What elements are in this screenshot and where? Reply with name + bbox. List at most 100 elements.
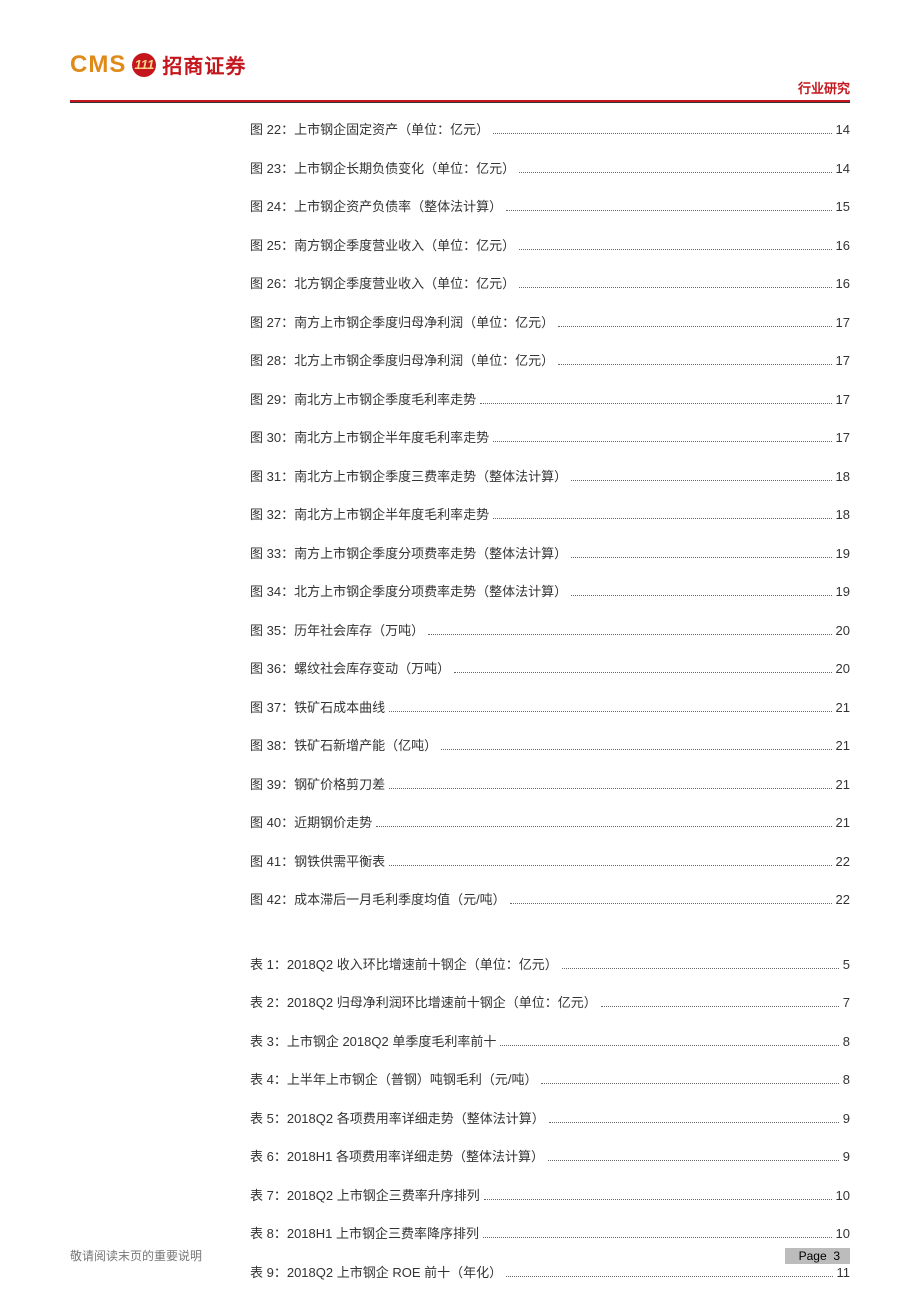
- toc-entry: 表 2：2018Q2 归母净利润环比增速前十钢企（单位：亿元） 7: [250, 993, 850, 1013]
- toc-dot-leader: [519, 287, 831, 288]
- toc-entry-label: 图 29：南北方上市钢企季度毛利率走势: [250, 390, 476, 410]
- toc-entry-label: 图 31：南北方上市钢企季度三费率走势（整体法计算）: [250, 467, 567, 487]
- toc-entry: 图 33：南方上市钢企季度分项费率走势（整体法计算）19: [250, 544, 850, 564]
- toc-entry-label: 表 7：2018Q2 上市钢企三费率升序排列: [250, 1186, 480, 1206]
- toc-entry-page: 21: [836, 736, 850, 756]
- toc-dot-leader: [548, 1160, 839, 1161]
- toc-dot-leader: [549, 1122, 839, 1123]
- toc-dot-leader: [571, 595, 831, 596]
- toc-entry: 图 23：上市钢企长期负债变化（单位：亿元）14: [250, 159, 850, 179]
- brand-cn-text: 招商证券: [162, 50, 246, 79]
- toc-entry-label: 表 6：2018H1 各项费用率详细走势（整体法计算）: [250, 1147, 544, 1167]
- toc-entry-page: 9: [843, 1109, 850, 1129]
- toc-entry: 图 31：南北方上市钢企季度三费率走势（整体法计算） 18: [250, 467, 850, 487]
- toc-entry-page: 8: [843, 1070, 850, 1090]
- toc-entry-page: 14: [836, 159, 850, 179]
- toc-entry-label: 图 22：上市钢企固定资产（单位：亿元）: [250, 120, 489, 140]
- toc-entry-page: 15: [836, 197, 850, 217]
- toc-dot-leader: [493, 133, 831, 134]
- toc-entry-page: 21: [836, 775, 850, 795]
- toc-entry-page: 18: [836, 505, 850, 525]
- toc-entry-page: 14: [836, 120, 850, 140]
- toc-dot-leader: [389, 788, 831, 789]
- toc-dot-leader: [558, 326, 831, 327]
- toc-entry-page: 9: [843, 1147, 850, 1167]
- toc-entry-label: 表 4：上半年上市钢企（普钢）吨钢毛利（元/吨）: [250, 1070, 537, 1090]
- toc-entry-label: 图 24：上市钢企资产负债率（整体法计算）: [250, 197, 502, 217]
- toc-entry-label: 图 36：螺纹社会库存变动（万吨）: [250, 659, 450, 679]
- toc-entry-page: 10: [836, 1224, 850, 1244]
- toc-entry-page: 22: [836, 890, 850, 910]
- toc-dot-leader: [510, 903, 832, 904]
- toc-entry: 图 32：南北方上市钢企半年度毛利率走势18: [250, 505, 850, 525]
- toc-dot-leader: [389, 711, 831, 712]
- toc-dot-leader: [480, 403, 831, 404]
- toc-dot-leader: [376, 826, 831, 827]
- toc-entry: 图 27：南方上市钢企季度归母净利润（单位：亿元） 17: [250, 313, 850, 333]
- toc-dot-leader: [562, 968, 839, 969]
- toc-entry: 图 40：近期钢价走势 21: [250, 813, 850, 833]
- toc-entry-page: 19: [836, 544, 850, 564]
- toc-entry-label: 图 25：南方钢企季度营业收入（单位：亿元）: [250, 236, 515, 256]
- toc-entry-page: 21: [836, 813, 850, 833]
- toc-entry: 表 6：2018H1 各项费用率详细走势（整体法计算） 9: [250, 1147, 850, 1167]
- brand-logo: CMS 111 招商证券: [70, 50, 850, 79]
- toc-entry-page: 18: [836, 467, 850, 487]
- toc-entry: 表 8：2018H1 上市钢企三费率降序排列10: [250, 1224, 850, 1244]
- toc-entry-page: 17: [836, 313, 850, 333]
- toc-entry-page: 17: [836, 390, 850, 410]
- toc-entry-page: 21: [836, 698, 850, 718]
- toc-section-gap: [250, 929, 850, 955]
- toc-entry-page: 19: [836, 582, 850, 602]
- toc-entry: 图 38：铁矿石新增产能（亿吨） 21: [250, 736, 850, 756]
- toc-entry-page: 11: [837, 1263, 851, 1283]
- toc-entry: 图 29：南北方上市钢企季度毛利率走势 17: [250, 390, 850, 410]
- page-number-badge: Page 3: [785, 1248, 850, 1264]
- toc-entry-label: 图 40：近期钢价走势: [250, 813, 372, 833]
- toc-entry: 图 22：上市钢企固定资产（单位：亿元） 14: [250, 120, 850, 140]
- toc-dot-leader: [519, 172, 831, 173]
- toc-dot-leader: [506, 210, 831, 211]
- toc-entry-label: 图 30：南北方上市钢企半年度毛利率走势: [250, 428, 489, 448]
- toc-entry-page: 17: [836, 428, 850, 448]
- toc-entry-page: 20: [836, 659, 850, 679]
- toc-entry-label: 图 27：南方上市钢企季度归母净利润（单位：亿元）: [250, 313, 554, 333]
- toc-dot-leader: [558, 364, 831, 365]
- toc-entry-label: 图 34：北方上市钢企季度分项费率走势（整体法计算）: [250, 582, 567, 602]
- toc-entry-label: 图 37：铁矿石成本曲线: [250, 698, 385, 718]
- toc-entry-label: 表 5：2018Q2 各项费用率详细走势（整体法计算）: [250, 1109, 545, 1129]
- toc-entry-page: 5: [843, 955, 850, 975]
- toc-entry-page: 7: [843, 993, 850, 1013]
- toc-entry-label: 图 28：北方上市钢企季度归母净利润（单位：亿元）: [250, 351, 554, 371]
- page-prefix: Page: [799, 1249, 827, 1263]
- brand-cms-text: CMS: [70, 51, 126, 79]
- header-divider: [70, 100, 850, 103]
- toc-dot-leader: [441, 749, 831, 750]
- toc-entry-label: 图 41：钢铁供需平衡表: [250, 852, 385, 872]
- toc-entry: 图 39：钢矿价格剪刀差 21: [250, 775, 850, 795]
- toc-entry-label: 表 2：2018Q2 归母净利润环比增速前十钢企（单位：亿元）: [250, 993, 597, 1013]
- toc-entry: 图 41：钢铁供需平衡表 22: [250, 852, 850, 872]
- toc-entry: 表 5：2018Q2 各项费用率详细走势（整体法计算） 9: [250, 1109, 850, 1129]
- table-of-contents: 图 22：上市钢企固定资产（单位：亿元）14图 23：上市钢企长期负债变化（单位…: [250, 120, 850, 1301]
- toc-entry-label: 图 42：成本滞后一月毛利季度均值（元/吨）: [250, 890, 506, 910]
- toc-entry-label: 表 9：2018Q2 上市钢企 ROE 前十（年化）: [250, 1263, 502, 1283]
- toc-entry: 图 25：南方钢企季度营业收入（单位：亿元） 16: [250, 236, 850, 256]
- toc-dot-leader: [493, 441, 831, 442]
- toc-entry-page: 16: [836, 274, 850, 294]
- page-number: 3: [833, 1249, 840, 1263]
- toc-entry: 图 28：北方上市钢企季度归母净利润（单位：亿元） 17: [250, 351, 850, 371]
- toc-entry-label: 表 3：上市钢企 2018Q2 单季度毛利率前十: [250, 1032, 496, 1052]
- toc-entry-page: 17: [836, 351, 850, 371]
- toc-dot-leader: [500, 1045, 838, 1046]
- toc-entry: 图 24：上市钢企资产负债率（整体法计算） 15: [250, 197, 850, 217]
- toc-entry-page: 10: [836, 1186, 850, 1206]
- toc-entry: 图 26：北方钢企季度营业收入（单位：亿元）16: [250, 274, 850, 294]
- toc-entry-label: 图 38：铁矿石新增产能（亿吨）: [250, 736, 437, 756]
- toc-entry-label: 图 39：钢矿价格剪刀差: [250, 775, 385, 795]
- toc-entry: 图 34：北方上市钢企季度分项费率走势（整体法计算） 19: [250, 582, 850, 602]
- toc-dot-leader: [506, 1276, 832, 1277]
- toc-entry-page: 22: [836, 852, 850, 872]
- toc-entry-page: 16: [836, 236, 850, 256]
- toc-dot-leader: [541, 1083, 838, 1084]
